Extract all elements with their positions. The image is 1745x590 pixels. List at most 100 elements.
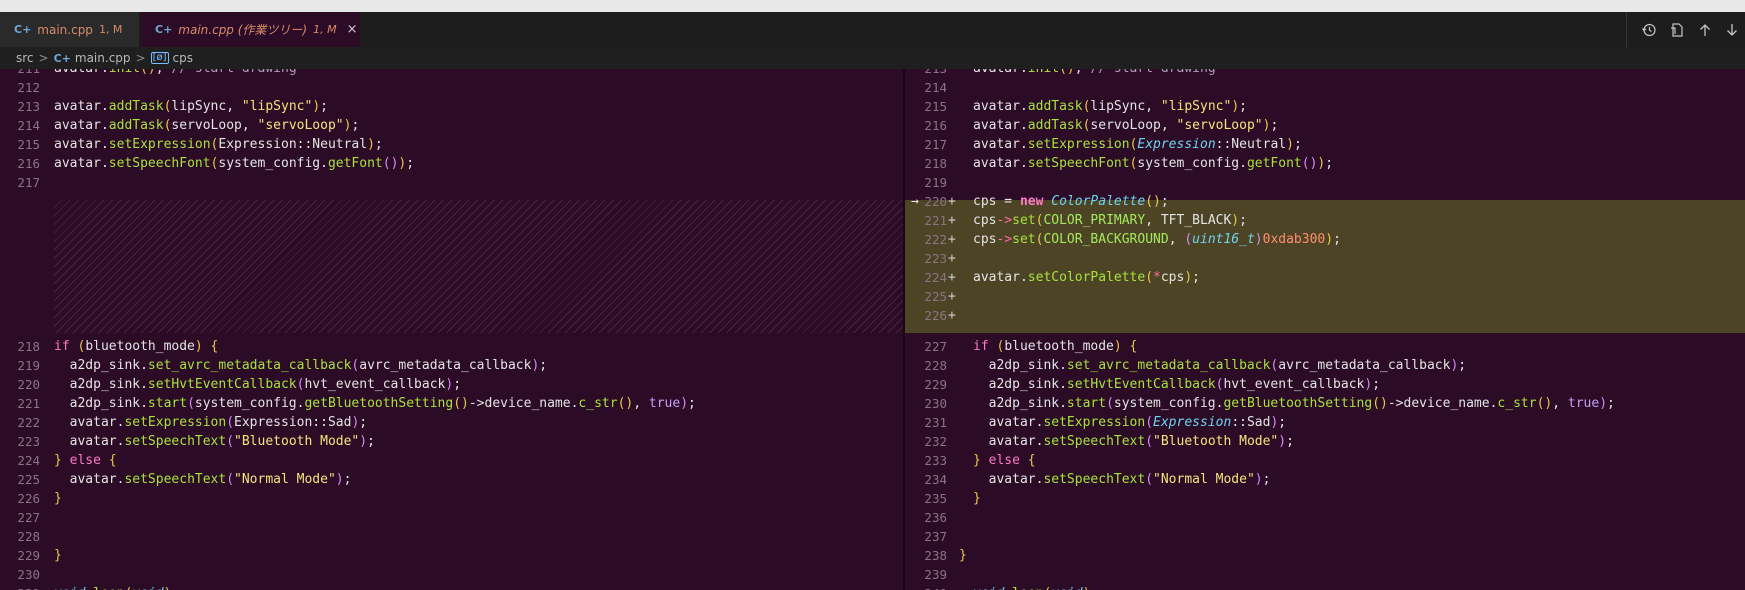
code-text: cps = new ColorPalette(); bbox=[973, 194, 1169, 209]
line-number: 213 bbox=[905, 69, 947, 78]
line-number: 218 bbox=[924, 156, 947, 171]
arrow-up-icon[interactable] bbox=[1697, 22, 1713, 38]
line-number: 239 bbox=[924, 567, 947, 582]
variable-symbol-icon: [ø] bbox=[150, 52, 169, 64]
line-number: 218 bbox=[17, 339, 40, 354]
line-number: 214 bbox=[17, 118, 40, 133]
line-number: 216 bbox=[17, 156, 40, 171]
code-text: cps->set(COLOR_PRIMARY, TFT_BLACK); bbox=[973, 213, 1247, 228]
diff-placeholder-hatch bbox=[54, 200, 903, 333]
editor-actions bbox=[1626, 12, 1745, 47]
plus-icon: + bbox=[948, 194, 956, 209]
chevron-right-icon: > bbox=[135, 51, 146, 65]
line-number: 226 bbox=[17, 491, 40, 506]
tab-title: main.cpp (作業ツリー) bbox=[178, 23, 308, 37]
breadcrumb: src > C+ main.cpp > [ø] cps bbox=[0, 47, 1745, 69]
line-number: 222 bbox=[17, 415, 40, 430]
tab-title: main.cpp bbox=[37, 22, 93, 37]
code-text: } else { bbox=[54, 453, 117, 468]
code-text: if (bluetooth_mode) { bbox=[54, 339, 219, 354]
plus-icon: + bbox=[948, 213, 956, 228]
line-number: 230 bbox=[17, 567, 40, 582]
code-text: cps->set(COLOR_BACKGROUND, (uint16_t)0xd… bbox=[973, 232, 1341, 247]
line-number: 219 bbox=[17, 358, 40, 373]
line-number: 222 bbox=[924, 232, 947, 247]
chevron-right-icon: > bbox=[38, 51, 49, 65]
code-text: a2dp_sink.start(system_config.getBluetoo… bbox=[973, 396, 1615, 411]
diff-original-editor[interactable]: 211 avatar.init(); // start drawing 212 2… bbox=[0, 69, 905, 590]
plus-icon: + bbox=[948, 308, 956, 323]
line-number: 227 bbox=[17, 510, 40, 525]
breadcrumb-folder[interactable]: src bbox=[16, 51, 34, 65]
line-number: 227 bbox=[924, 339, 947, 354]
code-text: a2dp_sink.set_avrc_metadata_callback(avr… bbox=[973, 358, 1467, 373]
line-number: 238 bbox=[924, 548, 947, 563]
plus-icon: + bbox=[948, 232, 956, 247]
line-number: 215 bbox=[17, 137, 40, 152]
line-number: 236 bbox=[924, 510, 947, 525]
line-number: 229 bbox=[924, 377, 947, 392]
code-text: } bbox=[959, 548, 967, 563]
open-file-icon[interactable] bbox=[1669, 22, 1685, 38]
line-number: 217 bbox=[924, 137, 947, 152]
breadcrumb-symbol[interactable]: cps bbox=[173, 51, 193, 65]
diff-modified-editor[interactable]: 213 avatar.init(); // start drawing 214 2… bbox=[905, 69, 1745, 590]
line-number: 230 bbox=[924, 396, 947, 411]
code-text: } bbox=[54, 491, 62, 506]
line-number: 223 bbox=[924, 251, 947, 266]
code-text: avatar.setSpeechText("Normal Mode"); bbox=[54, 472, 352, 487]
line-number: 235 bbox=[924, 491, 947, 506]
line-number: 221 bbox=[17, 396, 40, 411]
plus-icon: + bbox=[948, 251, 956, 266]
code-text: avatar.addTask(lipSync, "lipSync"); bbox=[973, 99, 1247, 114]
code-text: avatar.setExpression(Expression::Neutral… bbox=[973, 137, 1302, 152]
code-text: a2dp_sink.setHvtEventCallback(hvt_event_… bbox=[54, 377, 462, 392]
line-number: 224 bbox=[17, 453, 40, 468]
breadcrumb-file[interactable]: main.cpp bbox=[75, 51, 131, 65]
line-number: 223 bbox=[17, 434, 40, 449]
code-text: avatar.setSpeechFont(system_config.getFo… bbox=[973, 156, 1334, 171]
line-number: 213 bbox=[17, 99, 40, 114]
line-number: 212 bbox=[17, 80, 40, 95]
line-number: 217 bbox=[17, 175, 40, 190]
tab-badge: 1, M bbox=[98, 23, 123, 36]
line-number: 224 bbox=[924, 270, 947, 285]
line-number: 225 bbox=[17, 472, 40, 487]
line-number: 220 bbox=[924, 194, 947, 209]
code-text: a2dp_sink.start(system_config.getBluetoo… bbox=[54, 396, 696, 411]
code-text: avatar.setSpeechText("Normal Mode"); bbox=[973, 472, 1271, 487]
line-number: 211 bbox=[0, 69, 40, 78]
code-text: avatar.setSpeechFont(system_config.getFo… bbox=[54, 156, 415, 171]
history-icon[interactable] bbox=[1641, 22, 1657, 38]
cpp-file-icon: C+ bbox=[14, 23, 32, 36]
line-number: 232 bbox=[924, 434, 947, 449]
code-text: } bbox=[973, 491, 981, 506]
line-number: 231 bbox=[0, 584, 40, 590]
code-text: a2dp_sink.setHvtEventCallback(hvt_event_… bbox=[973, 377, 1381, 392]
cpp-file-icon: C+ bbox=[155, 23, 173, 36]
line-number: 221 bbox=[924, 213, 947, 228]
code-text: avatar.addTask(servoLoop, "servoLoop"); bbox=[54, 118, 360, 133]
window-top-strip bbox=[0, 0, 1745, 12]
cpp-file-icon: C+ bbox=[53, 51, 71, 65]
close-icon[interactable]: × bbox=[347, 22, 358, 37]
code-text: avatar.setSpeechText("Bluetooth Mode"); bbox=[973, 434, 1294, 449]
tab-bar: C+ main.cpp 1, M C+ main.cpp (作業ツリー) 1, … bbox=[0, 12, 1745, 47]
arrow-down-icon[interactable] bbox=[1725, 22, 1739, 38]
code-text: void loop(void) bbox=[54, 584, 171, 590]
line-number: 229 bbox=[17, 548, 40, 563]
code-text: if (bluetooth_mode) { bbox=[973, 339, 1138, 354]
code-text: } bbox=[54, 548, 62, 563]
line-number: 228 bbox=[17, 529, 40, 544]
tab-main-cpp[interactable]: C+ main.cpp 1, M bbox=[0, 12, 140, 47]
line-number: 219 bbox=[924, 175, 947, 190]
code-text: avatar.init(); // start drawing bbox=[54, 69, 297, 78]
code-text: a2dp_sink.set_avrc_metadata_callback(avr… bbox=[54, 358, 548, 373]
line-number: 231 bbox=[924, 415, 947, 430]
plus-icon: + bbox=[948, 270, 956, 285]
code-text: avatar.setColorPalette(*cps); bbox=[973, 270, 1200, 285]
code-text: void loop(void) bbox=[973, 584, 1090, 590]
line-number: 214 bbox=[924, 80, 947, 95]
line-number: 215 bbox=[924, 99, 947, 114]
tab-main-cpp-working-tree[interactable]: C+ main.cpp (作業ツリー) 1, M × bbox=[141, 12, 360, 47]
